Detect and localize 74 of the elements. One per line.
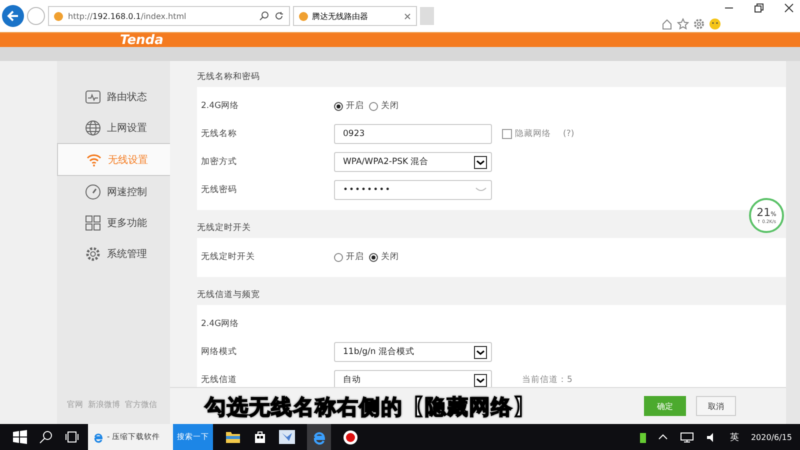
- chevron-down-icon: [474, 346, 487, 358]
- radio-button[interactable]: [334, 252, 343, 262]
- nav-item[interactable]: 系统管理: [57, 238, 170, 269]
- select-dropdown[interactable]: 自动: [334, 370, 492, 387]
- field-label: 网络模式: [201, 346, 238, 358]
- select-dropdown[interactable]: WPA/WPA2-PSK 混合: [334, 152, 492, 172]
- folder-icon[interactable]: [225, 430, 241, 444]
- section-title: 无线名称和密码: [197, 71, 261, 83]
- search-icon[interactable]: [39, 430, 53, 444]
- windows-icon[interactable]: [13, 430, 27, 444]
- store-icon[interactable]: [253, 430, 267, 444]
- radio-label: 关闭: [381, 251, 399, 263]
- video-caption: 勾选无线名称右侧的【隐藏网络】: [205, 394, 535, 421]
- star-icon[interactable]: [677, 18, 689, 30]
- settings-icon[interactable]: [693, 18, 705, 30]
- help-link[interactable]: (?): [563, 129, 574, 139]
- nav-item[interactable]: 网速控制: [57, 176, 170, 207]
- close-tab-icon[interactable]: [404, 12, 411, 20]
- home-icon[interactable]: [661, 18, 673, 30]
- site-icon: [54, 12, 63, 20]
- smiley-icon[interactable]: [709, 18, 721, 30]
- scrollbar[interactable]: [786, 61, 800, 424]
- chart-icon: [85, 88, 101, 104]
- radio-label: 关闭: [381, 100, 399, 112]
- back-button[interactable]: [2, 5, 24, 27]
- section-title: 无线定时开关: [197, 222, 252, 234]
- browser-icon: [312, 430, 326, 444]
- back-arrow-icon: [6, 9, 20, 23]
- nav-item[interactable]: 更多功能: [57, 207, 170, 238]
- clock-date[interactable]: 2020/6/15: [750, 432, 792, 442]
- checkbox-label: 隐藏网络: [515, 128, 551, 140]
- search-icon[interactable]: [259, 11, 269, 21]
- gauge-icon: [85, 184, 101, 200]
- chevron-down-icon: [474, 156, 487, 168]
- network-icon[interactable]: [680, 432, 694, 442]
- radio-label: 开启: [346, 100, 364, 112]
- text-field[interactable]: 0923: [334, 124, 492, 144]
- chevron-up-icon[interactable]: [658, 434, 668, 440]
- address-bar[interactable]: http://192.168.0.1/index.html: [48, 6, 290, 26]
- field-label: 2.4G网络: [201, 100, 240, 112]
- battery-icon: [640, 432, 646, 442]
- section-title: 无线信道与频宽: [197, 289, 261, 301]
- browser-icon: [93, 432, 104, 442]
- input-method[interactable]: 英: [730, 430, 739, 444]
- browser-taskbar-button[interactable]: [307, 424, 331, 450]
- refresh-icon[interactable]: [274, 11, 284, 21]
- logo: Tenda: [120, 34, 164, 47]
- browser-tab[interactable]: 腾达无线路由器: [293, 6, 417, 26]
- field-label: 无线密码: [201, 184, 238, 196]
- bird-icon[interactable]: [279, 430, 295, 444]
- channel-note: 当前信道：5: [522, 374, 572, 386]
- cancel-button[interactable]: 取消: [696, 396, 736, 416]
- field-label: 无线名称: [201, 128, 238, 140]
- restore-icon[interactable]: [754, 3, 764, 13]
- field-label: 2.4G网络: [201, 318, 240, 330]
- radio-label: 开启: [346, 251, 364, 263]
- field-label: 无线信道: [201, 374, 238, 386]
- record-icon[interactable]: [343, 430, 358, 444]
- field-label: 无线定时开关: [201, 251, 256, 263]
- gear-icon: [85, 246, 101, 262]
- wifi-icon: [86, 152, 102, 168]
- close-icon[interactable]: [784, 3, 794, 13]
- field-label: 加密方式: [201, 156, 238, 168]
- radio-button[interactable]: [369, 252, 378, 262]
- globe-icon: [85, 120, 101, 136]
- task-view-icon[interactable]: [65, 431, 79, 443]
- radio-button[interactable]: [369, 102, 378, 110]
- radio-button[interactable]: [334, 102, 343, 110]
- nav-item[interactable]: 路由状态: [57, 81, 170, 112]
- password-field[interactable]: ••••••••: [334, 180, 492, 200]
- nav-item[interactable]: 上网设置: [57, 112, 170, 143]
- select-dropdown[interactable]: 11b/g/n 混合模式: [334, 342, 492, 362]
- checkbox[interactable]: [502, 129, 512, 139]
- grid-icon: [85, 214, 101, 230]
